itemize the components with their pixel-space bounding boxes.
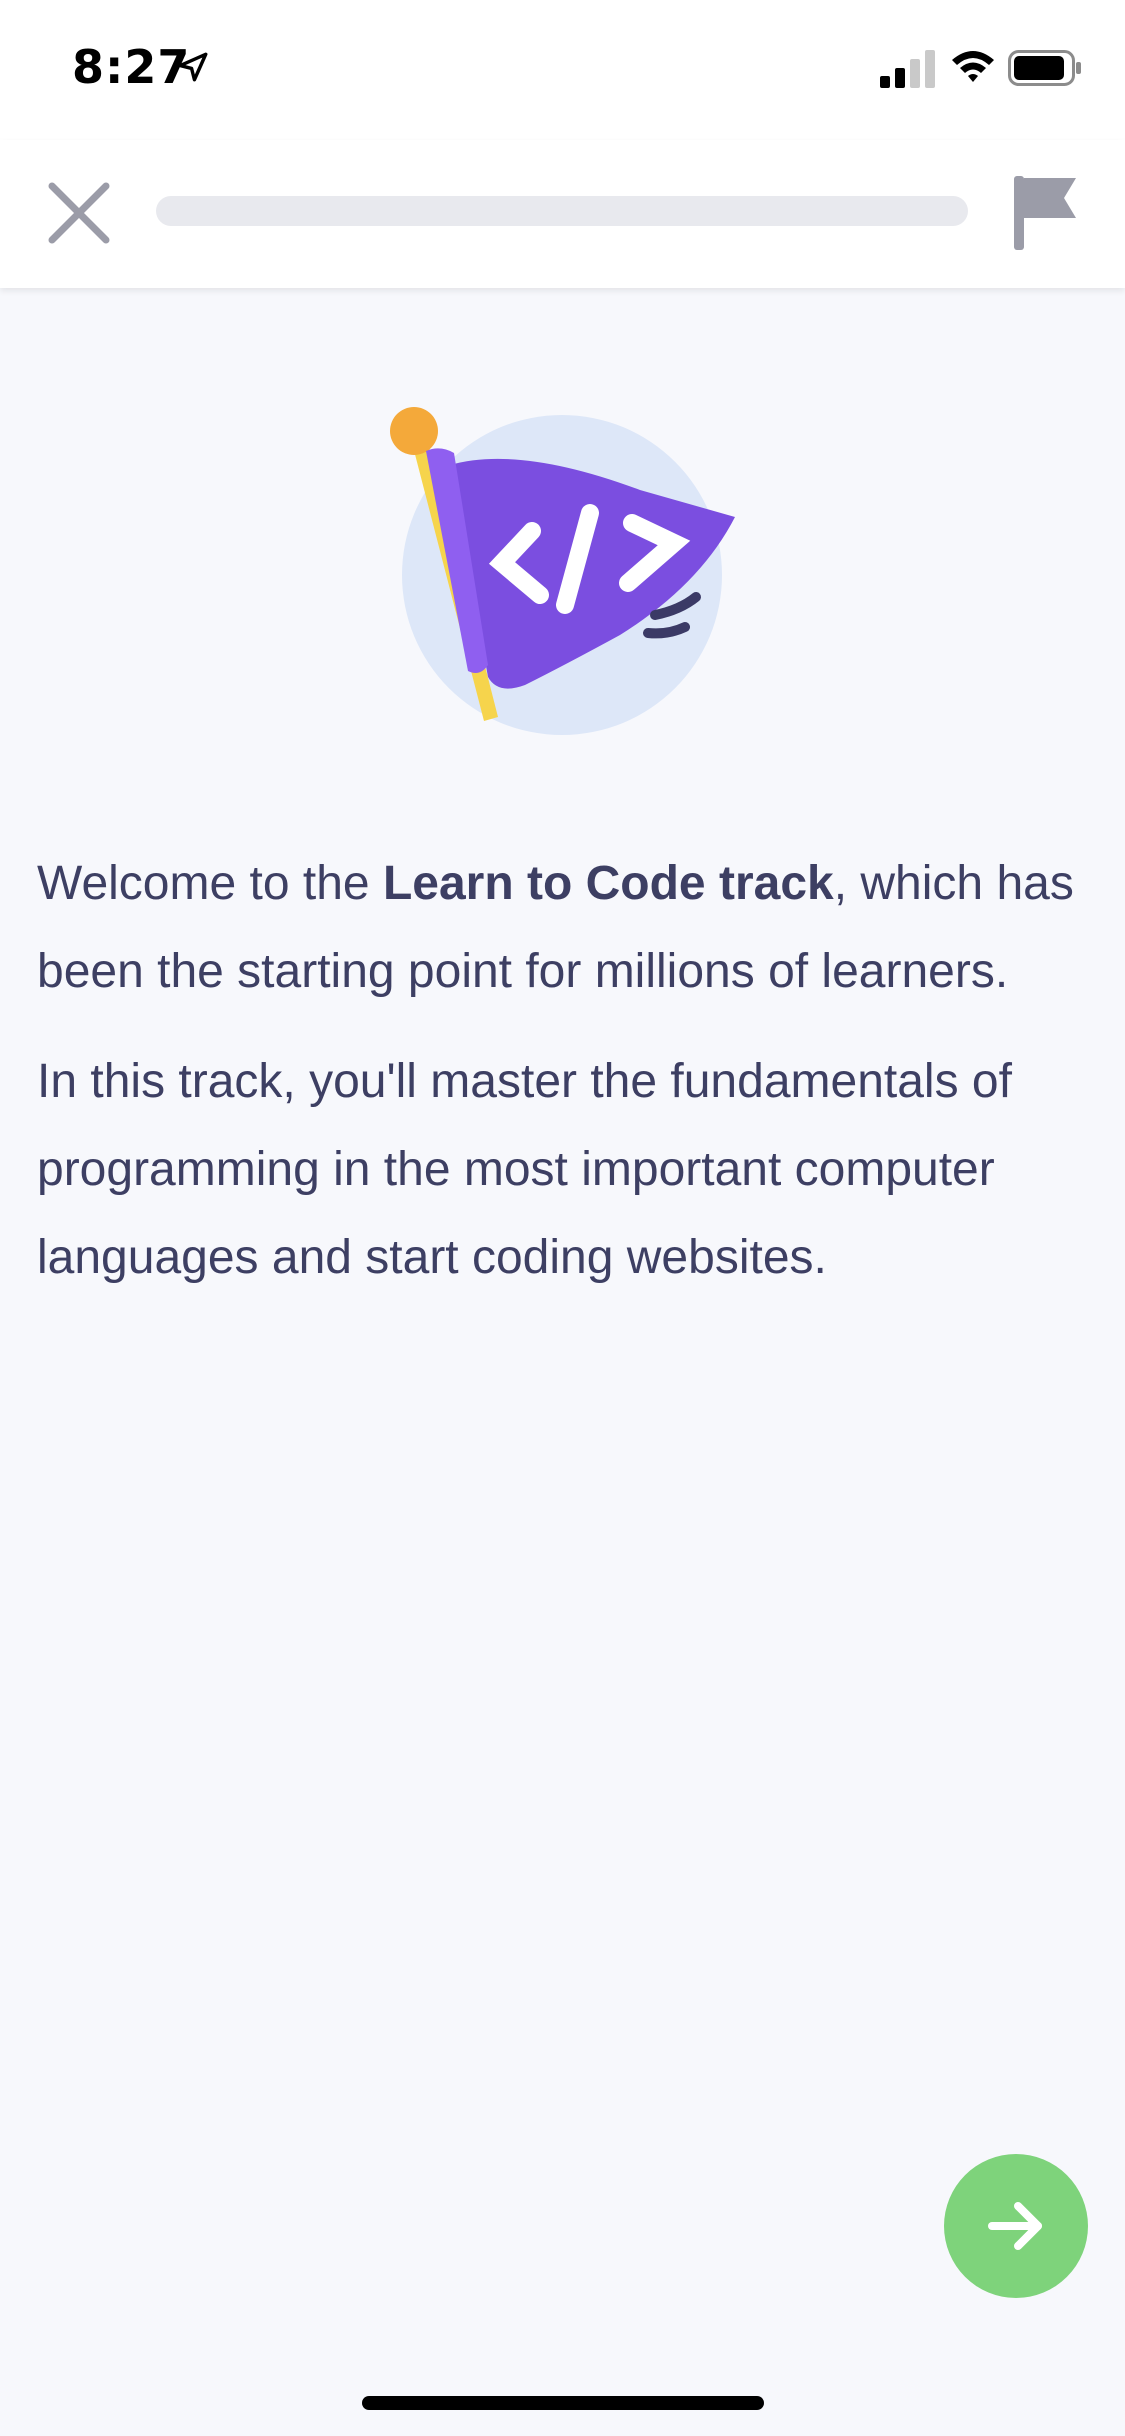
flag-pole-knob [390, 407, 438, 455]
arrow-right-icon [988, 2202, 1042, 2250]
intro-paragraph-2: In this track, you'll master the fundame… [37, 1055, 1012, 1284]
flag-icon[interactable] [1010, 172, 1082, 252]
cellular-signal-icon [880, 50, 935, 88]
next-button[interactable] [944, 2154, 1088, 2298]
location-arrow-icon [178, 52, 208, 82]
close-icon[interactable] [44, 178, 114, 248]
lesson-intro-screen: 8:27 Welcome to the Learn to Code track,… [0, 0, 1125, 2436]
status-time: 8:27 [72, 40, 191, 94]
home-indicator[interactable] [362, 2396, 764, 2410]
lesson-header [0, 140, 1125, 288]
code-flag-illustration [390, 407, 735, 735]
lesson-intro-text: Welcome to the Learn to Code track, whic… [37, 840, 1097, 1324]
wifi-icon [952, 51, 994, 82]
battery-icon [1008, 50, 1081, 86]
intro-paragraph-1: Welcome to the Learn to Code track, whic… [37, 840, 1097, 1016]
intro-text-lead: Welcome to the [37, 857, 383, 910]
track-name: Learn to Code track [382, 857, 834, 910]
lesson-progress-bar [156, 196, 968, 226]
status-bar: 8:27 [0, 0, 1125, 140]
